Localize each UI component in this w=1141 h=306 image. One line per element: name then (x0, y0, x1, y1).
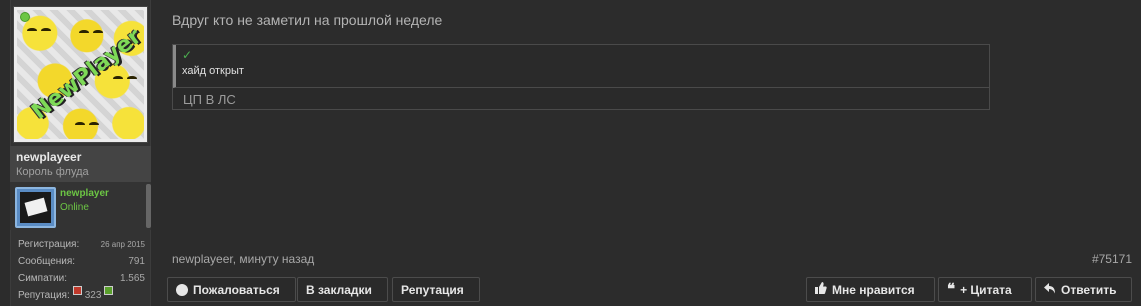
user-stats: Регистрация: 26 апр 2015 Сообщения: 791 … (10, 236, 151, 304)
reputation-label: Репутация (401, 282, 464, 297)
mini-avatar-image (20, 192, 51, 223)
mini-profile-status: Online (60, 202, 89, 213)
post-body: Вдруг кто не заметил на прошлой неделе ✓… (160, 0, 1141, 306)
like-button[interactable]: Мне нравится (806, 277, 935, 302)
stat-label: Сообщения: (18, 256, 76, 267)
username-block: newplayeer Король флуда (10, 146, 151, 182)
stat-label: Репутация: (18, 290, 70, 301)
avatar-logo: NewPlayer (27, 24, 144, 125)
hide-header: ✓ хайд открыт (173, 45, 989, 88)
stat-value[interactable]: 791 (128, 253, 145, 270)
hide-content: ЦП В ЛС (183, 92, 236, 107)
user-avatar[interactable]: NewPlayer (13, 6, 148, 143)
report-button[interactable]: ! Пожаловаться (167, 277, 296, 302)
avatar-image: NewPlayer (17, 10, 144, 139)
stat-value: 26 апр 2015 (100, 240, 145, 249)
user-title: Король флуда (16, 166, 89, 178)
quote-label: + Цитата (960, 282, 1012, 297)
thumbs-up-icon (815, 282, 827, 297)
stat-row-reputation: Репутация: 323 (10, 286, 151, 304)
stat-row-messages: Сообщения: 791 (10, 253, 151, 270)
stat-row-registration: Регистрация: 26 апр 2015 (10, 236, 151, 253)
bookmark-label: В закладки (306, 282, 372, 297)
mini-profile-name[interactable]: newplayer (60, 188, 109, 199)
reply-icon (1044, 282, 1056, 297)
reply-button[interactable]: Ответить (1035, 277, 1132, 302)
check-icon: ✓ (182, 48, 193, 62)
quote-icon: ❝ (947, 280, 956, 298)
reputation-button[interactable]: Репутация (392, 277, 480, 302)
post-message: Вдруг кто не заметил на прошлой неделе (172, 12, 443, 28)
mini-card-scrollbar[interactable] (146, 184, 151, 228)
hide-block: ✓ хайд открыт ЦП В ЛС (172, 44, 990, 110)
hide-status-label: хайд открыт (182, 65, 244, 77)
stat-value: 1.565 (119, 273, 145, 284)
user-column: NewPlayer newplayeer Король флуда newpla… (0, 0, 160, 306)
username-link[interactable]: newplayeer (16, 149, 145, 165)
post-permalink[interactable]: #75171 (1092, 252, 1132, 266)
stat-row-likes: Симпатии: 1.565 (10, 270, 151, 287)
report-icon: ! (176, 283, 188, 296)
reputation-minus-icon[interactable] (72, 286, 82, 295)
quote-button[interactable]: ❝ + Цитата (938, 277, 1032, 302)
stat-label: Регистрация: (18, 239, 80, 250)
reply-label: Ответить (1061, 282, 1117, 297)
like-label: Мне нравится (832, 282, 915, 297)
mini-avatar[interactable] (15, 187, 56, 228)
post-author-date[interactable]: newplayeer, минуту назад (172, 252, 314, 266)
reputation-plus-icon[interactable] (104, 286, 114, 295)
stat-label: Симпатии: (18, 273, 67, 284)
bookmark-button[interactable]: В закладки (297, 277, 388, 302)
report-label: Пожаловаться (193, 282, 280, 297)
online-status-icon (20, 12, 30, 22)
mini-profile-card: newplayer Online (10, 182, 151, 230)
stat-value: 323 (84, 290, 102, 301)
